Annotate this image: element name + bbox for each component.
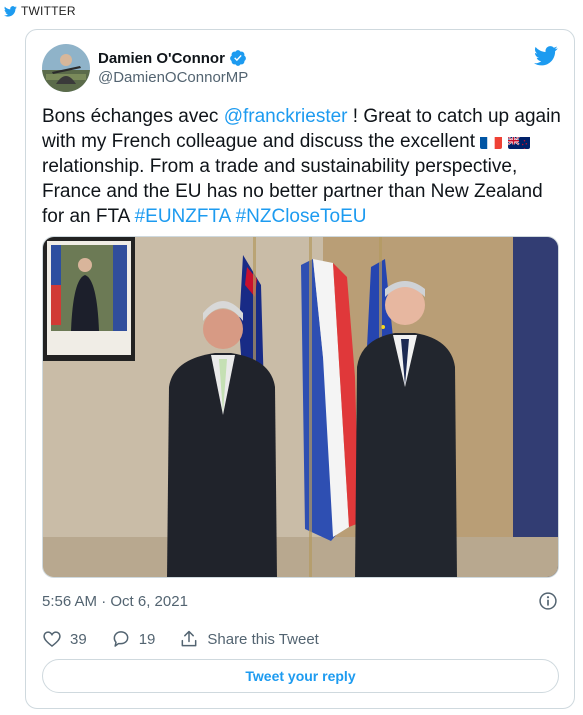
reply-action[interactable]: 19 [111, 629, 156, 649]
info-icon[interactable] [538, 591, 558, 611]
avatar-image [42, 44, 90, 92]
source-label: TWITTER [4, 4, 76, 18]
hashtag-link[interactable]: #EUNZFTA [135, 206, 231, 227]
share-icon[interactable] [179, 629, 199, 649]
source-label-text: TWITTER [21, 4, 76, 18]
tweet-timestamp[interactable]: 5:56 AM · Oct 6, 2021 [42, 593, 188, 610]
reply-icon[interactable] [111, 629, 131, 649]
avatar[interactable] [42, 44, 90, 92]
tweet-card[interactable]: Damien O'Connor @DamienOConnorMP Bons éc… [25, 29, 575, 709]
share-label[interactable]: Share this Tweet [207, 631, 318, 648]
twitter-bird-icon [4, 5, 17, 17]
share-action[interactable]: Share this Tweet [179, 629, 319, 649]
reply-count: 19 [138, 630, 156, 648]
tweet-text-part-1: Bons échanges avec [42, 106, 224, 127]
photo-illustration [43, 237, 558, 577]
mention-link[interactable]: @franckriester [224, 106, 348, 127]
like-count: 39 [70, 630, 87, 648]
tweet-photo[interactable] [42, 236, 559, 578]
tweet-actions: 39 19 Share this Tweet [42, 627, 558, 651]
hashtag-link[interactable]: #NZCloseToEU [236, 206, 367, 227]
new-zealand-flag-icon [507, 134, 530, 149]
author-handle[interactable]: @DamienOConnorMP [98, 69, 248, 86]
tweet-meta: 5:56 AM · Oct 6, 2021 [42, 590, 558, 612]
verified-badge-icon [230, 50, 246, 66]
like-action[interactable]: 39 [42, 629, 87, 649]
author-display-name[interactable]: Damien O'Connor [98, 50, 225, 67]
france-flag-icon [480, 134, 503, 149]
heart-icon[interactable] [42, 629, 62, 649]
tweet-header: Damien O'Connor @DamienOConnorMP [42, 44, 558, 92]
twitter-logo-icon[interactable] [534, 46, 558, 66]
tweet-your-reply-button[interactable]: Tweet your reply [42, 659, 559, 693]
author-names[interactable]: Damien O'Connor @DamienOConnorMP [98, 49, 248, 87]
tweet-text: Bons échanges avec @franckriester ! Grea… [42, 104, 562, 229]
